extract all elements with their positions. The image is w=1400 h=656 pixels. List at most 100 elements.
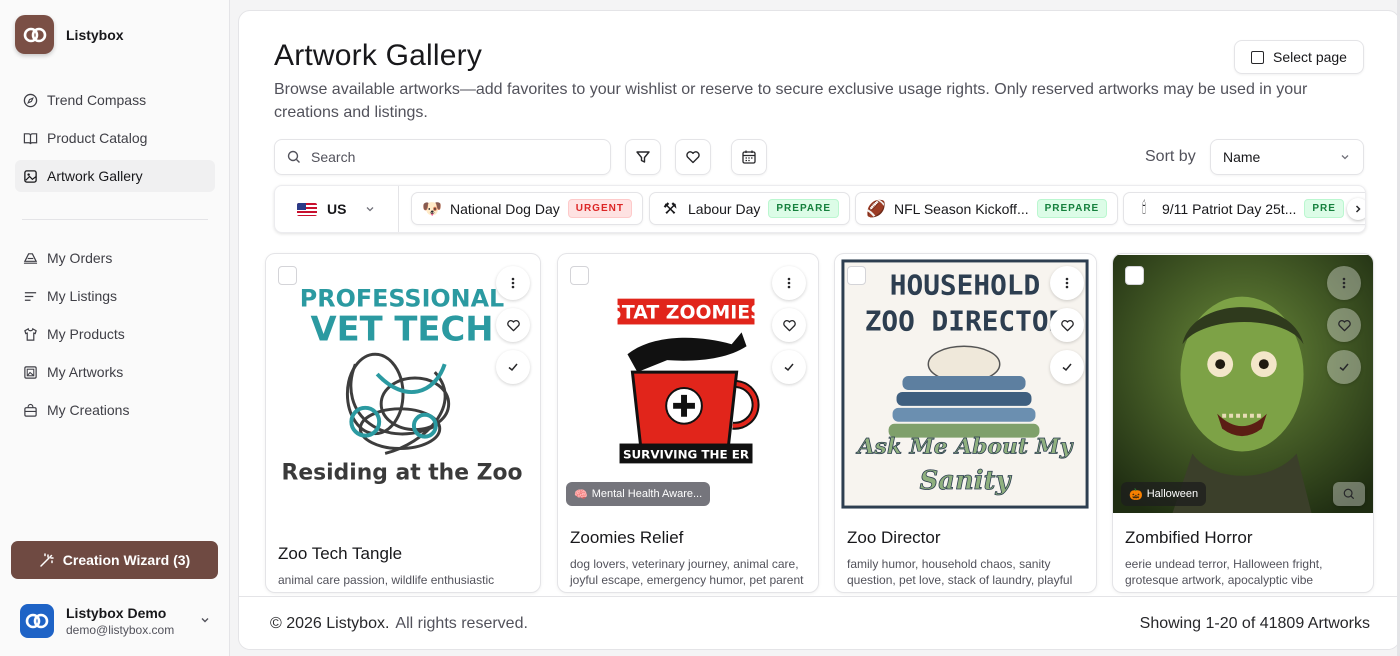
- sort-label: Sort by: [1145, 148, 1196, 165]
- card-wishlist-button[interactable]: [496, 308, 530, 342]
- page-description: Browse available artworks—add favorites …: [274, 81, 1308, 121]
- check-icon: [1062, 363, 1072, 372]
- filter-button[interactable]: [625, 139, 661, 175]
- prepare-badge: PRE: [1304, 199, 1344, 218]
- brain-icon: 🧠: [574, 488, 588, 501]
- card-reserve-button[interactable]: [1050, 350, 1084, 384]
- sidebar-item-label: My Creations: [47, 402, 130, 418]
- artwork-card[interactable]: HOUSEHOLD ZOO DIRECTOR Ask Me About My S…: [834, 253, 1097, 593]
- card-reserve-button[interactable]: [772, 350, 806, 384]
- urgent-badge: URGENT: [567, 199, 632, 218]
- artwork-text: HOUSEHOLD: [890, 269, 1040, 302]
- heart-icon: [782, 319, 796, 331]
- artwork-card[interactable]: PROFESSIONAL VET TECH Residing at the Zo…: [265, 253, 541, 593]
- heart-icon: [686, 151, 700, 164]
- event-label: NFL Season Kickoff...: [894, 200, 1029, 217]
- search-icon: [287, 150, 300, 163]
- sidebar-item-my-products[interactable]: My Products: [15, 318, 215, 350]
- pumpkin-icon: 🎃: [1129, 488, 1143, 501]
- card-title[interactable]: Zoomies Relief: [570, 528, 683, 548]
- checkbox-icon: [1251, 50, 1265, 64]
- sidebar-item-my-artworks[interactable]: My Artworks: [15, 356, 215, 388]
- heart-icon: [1060, 319, 1074, 331]
- card-title[interactable]: Zoo Tech Tangle: [278, 544, 402, 564]
- magic-wand-icon: [40, 553, 54, 567]
- select-page-button[interactable]: Select page: [1234, 40, 1364, 74]
- artwork-text: STAT ZOOMIES: [608, 303, 763, 324]
- card-more-button[interactable]: [772, 266, 806, 300]
- sidebar-item-my-orders[interactable]: My Orders: [15, 242, 215, 274]
- event-chip-labour-day[interactable]: ⚒ Labour Day PREPARE: [649, 192, 850, 225]
- brand[interactable]: Listybox: [15, 15, 124, 54]
- sidebar-item-trend-compass[interactable]: Trend Compass: [15, 84, 215, 116]
- event-tag-badge[interactable]: 🧠 Mental Health Aware...: [566, 482, 711, 506]
- footer: © 2026 Listybox. All rights reserved. Sho…: [239, 596, 1399, 649]
- football-icon: 🏈: [866, 200, 886, 218]
- artwork-card[interactable]: 🎃 Halloween Zombified Horror eerie undea…: [1112, 253, 1374, 593]
- card-zoom-button[interactable]: [1333, 482, 1365, 506]
- card-title[interactable]: Zoo Director: [847, 528, 941, 548]
- creation-wizard-button[interactable]: Creation Wizard (3): [11, 541, 218, 579]
- sidebar-item-product-catalog[interactable]: Product Catalog: [15, 122, 215, 154]
- heart-icon: [1337, 319, 1351, 331]
- card-checkbox[interactable]: [570, 266, 589, 285]
- card-reserve-button[interactable]: [496, 350, 530, 384]
- heart-icon: [506, 319, 520, 331]
- dog-icon: 🐶: [422, 200, 442, 218]
- card-more-button[interactable]: [1050, 266, 1084, 300]
- card-checkbox[interactable]: [278, 266, 297, 285]
- sidebar-item-label: My Orders: [47, 250, 113, 266]
- event-tag-badge[interactable]: 🎃 Halloween: [1121, 482, 1207, 506]
- sidebar-item-label: My Artworks: [47, 364, 124, 380]
- card-checkbox[interactable]: [1125, 266, 1144, 285]
- book-icon: [23, 132, 38, 144]
- calendar-icon: [742, 150, 756, 164]
- bag-icon: [24, 403, 37, 417]
- events-scroll-right-button[interactable]: [1347, 198, 1365, 220]
- country-select[interactable]: US: [275, 186, 399, 232]
- prepare-badge: PREPARE: [768, 199, 839, 218]
- shirt-icon: [24, 327, 37, 341]
- search-box[interactable]: [274, 139, 611, 175]
- prepare-badge: PREPARE: [1036, 199, 1108, 218]
- check-icon: [1339, 363, 1349, 372]
- artwork-text: Ask Me About My: [856, 434, 1074, 459]
- artwork-text: Residing at the Zoo: [282, 460, 523, 485]
- country-code: US: [327, 201, 347, 217]
- artwork-text: ZOO DIRECTOR: [865, 304, 1066, 337]
- check-icon: [508, 363, 518, 372]
- sidebar-item-label: Product Catalog: [47, 130, 148, 146]
- sort-select[interactable]: Name: [1210, 139, 1364, 175]
- event-chip-national-dog-day[interactable]: 🐶 National Dog Day URGENT: [411, 192, 643, 225]
- card-checkbox[interactable]: [847, 266, 866, 285]
- sidebar-item-artwork-gallery[interactable]: Artwork Gallery: [15, 160, 215, 192]
- chevron-down-icon: [1341, 155, 1349, 160]
- event-tag-label: Halloween: [1146, 488, 1199, 500]
- card-wishlist-button[interactable]: [1327, 308, 1361, 342]
- event-chip-patriot-day[interactable]: 🕯 9/11 Patriot Day 25t... PRE: [1123, 192, 1365, 225]
- event-label: 9/11 Patriot Day 25t...: [1162, 200, 1297, 217]
- chevron-down-icon: [366, 207, 374, 212]
- card-reserve-button[interactable]: [1327, 350, 1361, 384]
- wishlist-filter-button[interactable]: [675, 139, 711, 175]
- primary-nav: Trend Compass Product Catalog Artwork Ga…: [15, 84, 215, 198]
- card-wishlist-button[interactable]: [1050, 308, 1084, 342]
- compass-icon: [23, 93, 38, 107]
- calendar-button[interactable]: [731, 139, 767, 175]
- card-more-button[interactable]: [1327, 266, 1361, 300]
- chevron-right-icon: [1355, 205, 1361, 213]
- card-more-button[interactable]: [496, 266, 530, 300]
- sidebar-item-my-listings[interactable]: My Listings: [15, 280, 215, 312]
- sidebar-item-my-creations[interactable]: My Creations: [15, 394, 215, 426]
- user-menu[interactable]: Listybox Demo demo@listybox.com: [20, 604, 215, 638]
- check-icon: [784, 363, 794, 372]
- card-title[interactable]: Zombified Horror: [1125, 528, 1253, 548]
- card-wishlist-button[interactable]: [772, 308, 806, 342]
- sort-value: Name: [1223, 149, 1261, 165]
- sidebar-item-label: Artwork Gallery: [47, 168, 143, 184]
- copyright-text: © 2026 Listybox.: [270, 615, 390, 632]
- artwork-text: SURVIVING THE ER: [623, 447, 749, 461]
- search-input[interactable]: [311, 149, 601, 165]
- event-chip-nfl-kickoff[interactable]: 🏈 NFL Season Kickoff... PREPARE: [855, 192, 1119, 225]
- artwork-card[interactable]: STAT ZOOMIES SURVIVING THE ER 🧠 Mental H…: [557, 253, 819, 593]
